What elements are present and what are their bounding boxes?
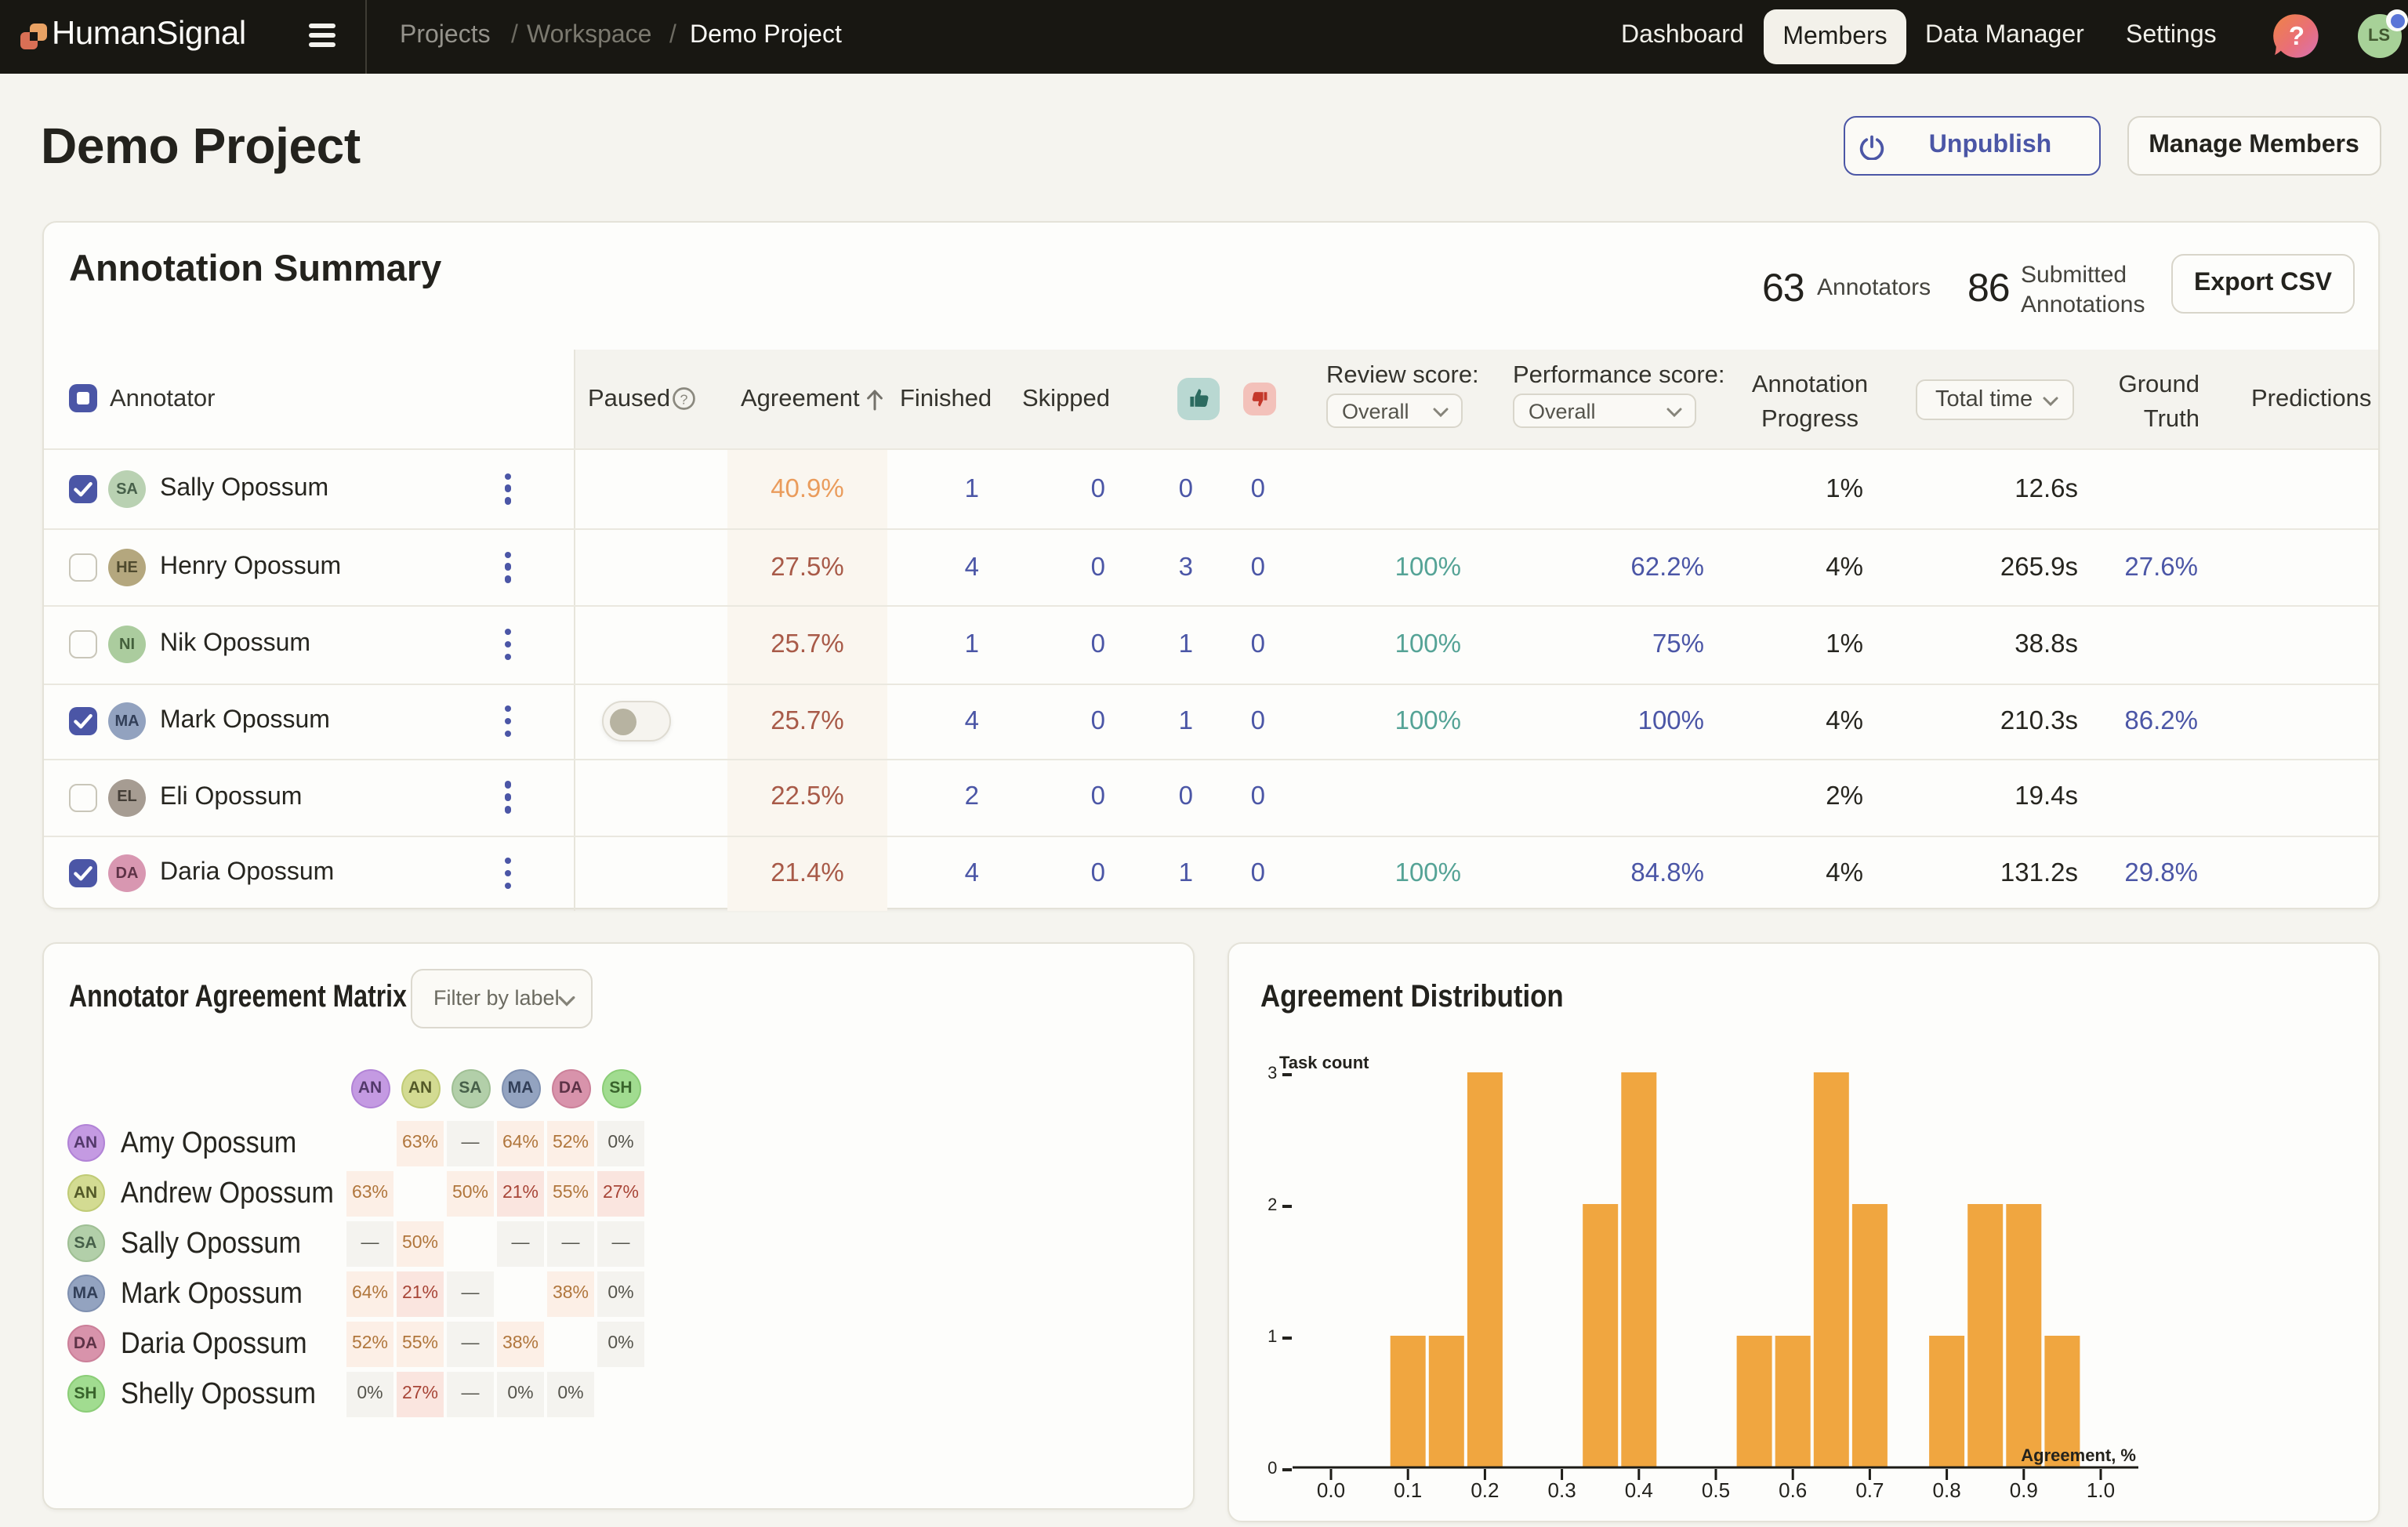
svg-text:Agreement, %: Agreement, % xyxy=(2021,1445,2136,1465)
svg-text:1: 1 xyxy=(1267,1326,1277,1346)
svg-text:0.9: 0.9 xyxy=(2010,1478,2038,1502)
svg-text:0.8: 0.8 xyxy=(1933,1478,1961,1502)
svg-text:0.4: 0.4 xyxy=(1625,1478,1653,1502)
svg-text:3: 3 xyxy=(1267,1063,1277,1083)
svg-text:0.7: 0.7 xyxy=(1855,1478,1884,1502)
svg-text:?: ? xyxy=(2289,21,2305,50)
svg-text:0.0: 0.0 xyxy=(1317,1478,1345,1502)
svg-text:0.2: 0.2 xyxy=(1471,1478,1499,1502)
svg-text:0.3: 0.3 xyxy=(1548,1478,1576,1502)
svg-text:0.5: 0.5 xyxy=(1702,1478,1730,1502)
svg-text:2: 2 xyxy=(1267,1195,1277,1214)
svg-text:0.1: 0.1 xyxy=(1394,1478,1422,1502)
svg-text:Task count: Task count xyxy=(1279,1053,1369,1072)
svg-text:1.0: 1.0 xyxy=(2087,1478,2115,1502)
svg-text:?: ? xyxy=(680,391,688,407)
svg-text:0.6: 0.6 xyxy=(1779,1478,1807,1502)
svg-text:0: 0 xyxy=(1267,1458,1277,1478)
